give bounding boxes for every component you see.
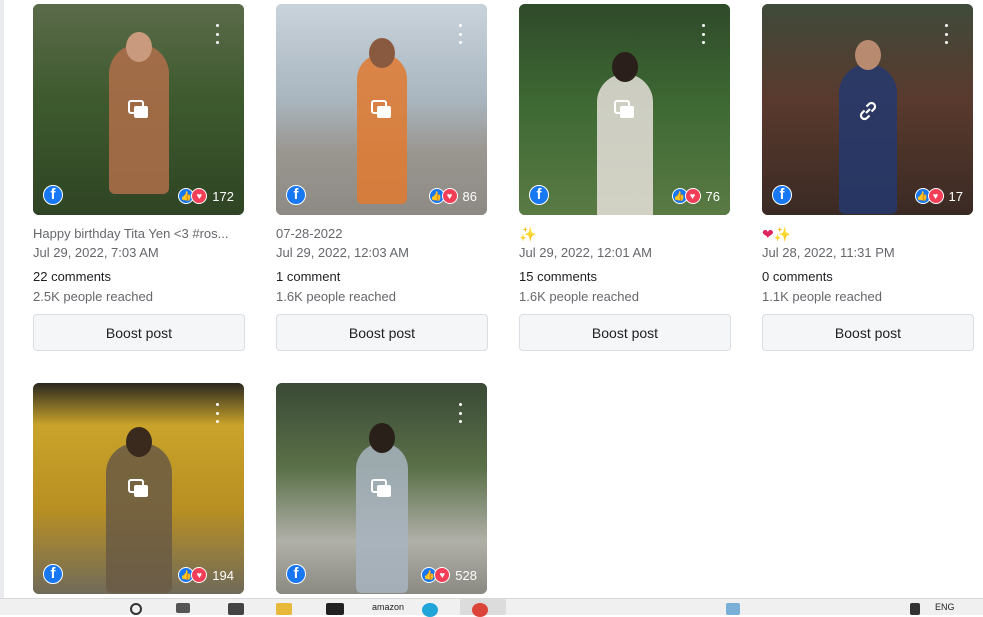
reach-count: 1.1K people reached: [762, 289, 882, 304]
love-icon: ♥: [441, 188, 458, 204]
multi-photo-icon: [371, 479, 391, 497]
facebook-icon: f: [772, 185, 792, 205]
more-options-icon[interactable]: [214, 403, 220, 423]
love-icon: ♥: [191, 188, 208, 204]
reaction-summary[interactable]: 👍 ♥ 194: [178, 567, 234, 583]
amazon-icon[interactable]: amazon: [372, 602, 404, 612]
post-caption[interactable]: ❤✨: [762, 225, 974, 243]
more-options-icon[interactable]: [457, 24, 463, 44]
windows-taskbar: amazon ENG: [0, 598, 983, 617]
boost-post-button[interactable]: Boost post: [762, 314, 974, 351]
post-thumbnail[interactable]: f 👍 ♥ 194: [33, 383, 244, 594]
boost-post-button[interactable]: Boost post: [519, 314, 731, 351]
post-thumbnail[interactable]: f 👍 ♥ 17: [762, 4, 973, 215]
love-icon: ♥: [684, 188, 701, 204]
multi-photo-icon: [128, 100, 148, 118]
post-card: f 👍 ♥ 76 ✨ Jul 29, 2022, 12:01 AM 15 com…: [519, 4, 731, 351]
love-icon: ♥: [927, 188, 944, 204]
reaction-count: 194: [212, 567, 234, 583]
post-caption[interactable]: 07-28-2022: [276, 225, 488, 243]
reaction-count: 17: [948, 188, 963, 204]
facebook-icon: f: [43, 564, 63, 584]
comment-count[interactable]: 0 comments: [762, 267, 974, 287]
reaction-count: 76: [705, 188, 720, 204]
multi-photo-icon: [371, 100, 391, 118]
facebook-icon: f: [286, 564, 306, 584]
reaction-count: 528: [455, 567, 477, 583]
reaction-summary[interactable]: 👍 ♥ 17: [914, 188, 963, 204]
facebook-icon: f: [529, 185, 549, 205]
boost-post-button[interactable]: Boost post: [33, 314, 245, 351]
post-date: Jul 28, 2022, 11:31 PM: [762, 245, 895, 260]
facebook-icon: f: [286, 185, 306, 205]
more-options-icon[interactable]: [214, 24, 220, 44]
reaction-summary[interactable]: 👍 ♥ 528: [421, 567, 477, 583]
weather-icon[interactable]: [726, 603, 740, 615]
more-options-icon[interactable]: [943, 24, 949, 44]
edge-icon[interactable]: [422, 603, 438, 617]
post-thumbnail[interactable]: f 👍 ♥ 172: [33, 4, 244, 215]
post-date: Jul 29, 2022, 7:03 AM: [33, 245, 159, 260]
reaction-count: 86: [462, 188, 477, 204]
post-caption[interactable]: ✨: [519, 225, 731, 243]
reaction-count: 172: [212, 188, 234, 204]
post-card: f 👍 ♥ 86 07-28-2022 Jul 29, 2022, 12:03 …: [276, 4, 488, 351]
reaction-summary[interactable]: 👍 ♥ 172: [178, 188, 234, 204]
comment-count[interactable]: 1 comment: [276, 267, 488, 287]
reach-count: 2.5K people reached: [33, 289, 153, 304]
volume-icon[interactable]: [910, 603, 920, 615]
page-left-border: [0, 0, 4, 598]
comment-count[interactable]: 22 comments: [33, 267, 245, 287]
multi-photo-icon: [128, 479, 148, 497]
link-icon: [859, 101, 877, 121]
task-view-icon[interactable]: [176, 603, 190, 613]
post-date: Jul 29, 2022, 12:01 AM: [519, 245, 652, 260]
post-date: Jul 29, 2022, 12:03 AM: [276, 245, 409, 260]
search-icon[interactable]: [130, 603, 142, 615]
reach-count: 1.6K people reached: [276, 289, 396, 304]
post-caption[interactable]: Happy birthday Tita Yen <3 #ros...: [33, 225, 245, 243]
post-thumbnail[interactable]: f 👍 ♥ 528: [276, 383, 487, 594]
love-icon: ♥: [191, 567, 208, 583]
facebook-icon: f: [43, 185, 63, 205]
post-card: f 👍 ♥ 172 Happy birthday Tita Yen <3 #ro…: [33, 4, 245, 351]
language-indicator[interactable]: ENG: [935, 602, 955, 612]
reaction-summary[interactable]: 👍 ♥ 76: [671, 188, 720, 204]
dropbox-icon[interactable]: [326, 603, 344, 615]
reach-count: 1.6K people reached: [519, 289, 639, 304]
post-thumbnail[interactable]: f 👍 ♥ 86: [276, 4, 487, 215]
store-icon[interactable]: [228, 603, 244, 615]
more-options-icon[interactable]: [457, 403, 463, 423]
boost-post-button[interactable]: Boost post: [276, 314, 488, 351]
love-icon: ♥: [434, 567, 451, 583]
reaction-summary[interactable]: 👍 ♥ 86: [428, 188, 477, 204]
post-card: f 👍 ♥ 17 ❤✨ Jul 28, 2022, 11:31 PM 0 com…: [762, 4, 974, 351]
multi-photo-icon: [614, 100, 634, 118]
chrome-icon[interactable]: [472, 603, 488, 617]
comment-count[interactable]: 15 comments: [519, 267, 731, 287]
file-explorer-icon[interactable]: [276, 603, 292, 615]
post-card: f 👍 ♥ 194: [33, 383, 245, 594]
more-options-icon[interactable]: [700, 24, 706, 44]
post-thumbnail[interactable]: f 👍 ♥ 76: [519, 4, 730, 215]
post-card: f 👍 ♥ 528: [276, 383, 488, 594]
